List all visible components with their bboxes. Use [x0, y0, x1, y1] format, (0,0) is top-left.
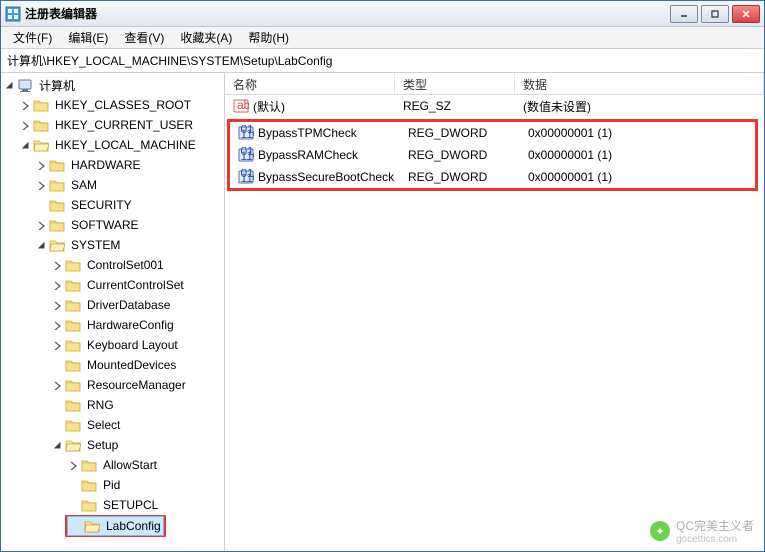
tree-setupcl[interactable]: SETUPCL	[65, 495, 224, 515]
chevron-right-icon[interactable]	[51, 259, 63, 271]
chevron-right-icon[interactable]	[35, 219, 47, 231]
chevron-right-icon[interactable]	[51, 279, 63, 291]
chevron-down-icon[interactable]	[3, 79, 15, 91]
folder-icon	[81, 498, 97, 512]
value-bypasssecureboot[interactable]: BypassSecureBootCheck REG_DWORD 0x000000…	[230, 166, 755, 188]
menu-file[interactable]: 文件(F)	[5, 27, 60, 48]
folder-icon	[65, 358, 81, 372]
folder-icon	[65, 318, 81, 332]
app-icon	[5, 6, 21, 22]
string-icon	[233, 98, 249, 114]
folder-icon	[65, 438, 81, 452]
tree-hkcu[interactable]: HKEY_CURRENT_USER	[17, 115, 224, 135]
value-bypasstpm[interactable]: BypassTPMCheck REG_DWORD 0x00000001 (1)	[230, 122, 755, 144]
folder-icon	[49, 218, 65, 232]
folder-icon	[65, 278, 81, 292]
tree-setup[interactable]: Setup	[49, 435, 224, 455]
folder-icon	[65, 298, 81, 312]
tree-hardware[interactable]: HARDWARE	[33, 155, 224, 175]
tree-root-computer[interactable]: 计算机	[1, 75, 224, 95]
tree-security[interactable]: SECURITY	[33, 195, 224, 215]
folder-icon	[65, 338, 81, 352]
watermark-name: QC完美主义者	[676, 519, 754, 533]
watermark-sub: gocettics.com	[676, 534, 754, 545]
tree-system[interactable]: SYSTEM	[33, 235, 224, 255]
address-text: 计算机\HKEY_LOCAL_MACHINE\SYSTEM\Setup\LabC…	[7, 52, 332, 69]
folder-icon	[65, 398, 81, 412]
folder-icon	[49, 178, 65, 192]
tree-allowstart[interactable]: AllowStart	[65, 455, 224, 475]
title-bar: 注册表编辑器	[1, 1, 764, 27]
folder-icon	[81, 478, 97, 492]
folder-icon	[49, 158, 65, 172]
highlight-labconfig: LabConfig	[65, 515, 166, 537]
tree-controlset001[interactable]: ControlSet001	[49, 255, 224, 275]
tree-software[interactable]: SOFTWARE	[33, 215, 224, 235]
tree-hkcr[interactable]: HKEY_CLASSES_ROOT	[17, 95, 224, 115]
highlight-values: BypassTPMCheck REG_DWORD 0x00000001 (1) …	[227, 119, 758, 191]
tree-resourcemanager[interactable]: ResourceManager	[49, 375, 224, 395]
dword-icon	[238, 147, 254, 163]
watermark: ✦ QC完美主义者 gocettics.com	[650, 517, 754, 545]
chevron-right-icon[interactable]	[19, 99, 31, 111]
window-title: 注册表编辑器	[25, 5, 670, 22]
folder-icon	[84, 519, 100, 533]
column-type[interactable]: 类型	[395, 73, 515, 94]
chevron-right-icon[interactable]	[51, 299, 63, 311]
tree-select[interactable]: Select	[49, 415, 224, 435]
chevron-down-icon[interactable]	[19, 139, 31, 151]
menu-edit[interactable]: 编辑(E)	[60, 27, 116, 48]
dword-icon	[238, 125, 254, 141]
folder-icon	[49, 198, 65, 212]
folder-icon	[49, 238, 65, 252]
tree-mounteddevices[interactable]: MountedDevices	[49, 355, 224, 375]
chevron-down-icon[interactable]	[51, 439, 63, 451]
dword-icon	[238, 169, 254, 185]
folder-icon	[81, 458, 97, 472]
wechat-icon: ✦	[650, 521, 670, 541]
folder-icon	[65, 418, 81, 432]
chevron-right-icon[interactable]	[35, 179, 47, 191]
menu-bar: 文件(F) 编辑(E) 查看(V) 收藏夹(A) 帮助(H)	[1, 27, 764, 49]
folder-icon	[65, 258, 81, 272]
folder-icon	[33, 98, 49, 112]
tree-hklm[interactable]: HKEY_LOCAL_MACHINE	[17, 135, 224, 155]
column-name[interactable]: 名称	[225, 73, 395, 94]
close-button[interactable]	[732, 5, 760, 23]
window-controls	[670, 5, 760, 23]
chevron-down-icon[interactable]	[35, 239, 47, 251]
tree-pane[interactable]: 计算机 HKEY_CLASSES_ROOT HKEY_CURRENT_USER …	[1, 73, 225, 551]
value-default[interactable]: (默认) REG_SZ (数值未设置)	[225, 95, 764, 117]
maximize-button[interactable]	[701, 5, 729, 23]
tree-pid[interactable]: Pid	[65, 475, 224, 495]
values-pane[interactable]: 名称 类型 数据 (默认) REG_SZ (数值未设置) BypassTPMCh…	[225, 73, 764, 551]
chevron-right-icon[interactable]	[51, 379, 63, 391]
menu-favorites[interactable]: 收藏夹(A)	[172, 27, 240, 48]
folder-icon	[33, 118, 49, 132]
computer-icon	[17, 78, 33, 92]
tree-hardwareconfig[interactable]: HardwareConfig	[49, 315, 224, 335]
chevron-right-icon[interactable]	[19, 119, 31, 131]
chevron-right-icon[interactable]	[51, 319, 63, 331]
value-bypassram[interactable]: BypassRAMCheck REG_DWORD 0x00000001 (1)	[230, 144, 755, 166]
minimize-button[interactable]	[670, 5, 698, 23]
column-data[interactable]: 数据	[515, 73, 764, 94]
tree-keyboardlayout[interactable]: Keyboard Layout	[49, 335, 224, 355]
address-bar[interactable]: 计算机\HKEY_LOCAL_MACHINE\SYSTEM\Setup\LabC…	[1, 49, 764, 73]
chevron-right-icon[interactable]	[51, 339, 63, 351]
chevron-right-icon[interactable]	[67, 459, 79, 471]
folder-icon	[33, 138, 49, 152]
tree-labconfig[interactable]: LabConfig	[67, 516, 164, 536]
tree-sam[interactable]: SAM	[33, 175, 224, 195]
menu-help[interactable]: 帮助(H)	[240, 27, 297, 48]
folder-icon	[65, 378, 81, 392]
tree-rng[interactable]: RNG	[49, 395, 224, 415]
list-header: 名称 类型 数据	[225, 73, 764, 95]
chevron-right-icon[interactable]	[35, 159, 47, 171]
menu-view[interactable]: 查看(V)	[116, 27, 172, 48]
tree-driverdatabase[interactable]: DriverDatabase	[49, 295, 224, 315]
tree-currentcontrolset[interactable]: CurrentControlSet	[49, 275, 224, 295]
